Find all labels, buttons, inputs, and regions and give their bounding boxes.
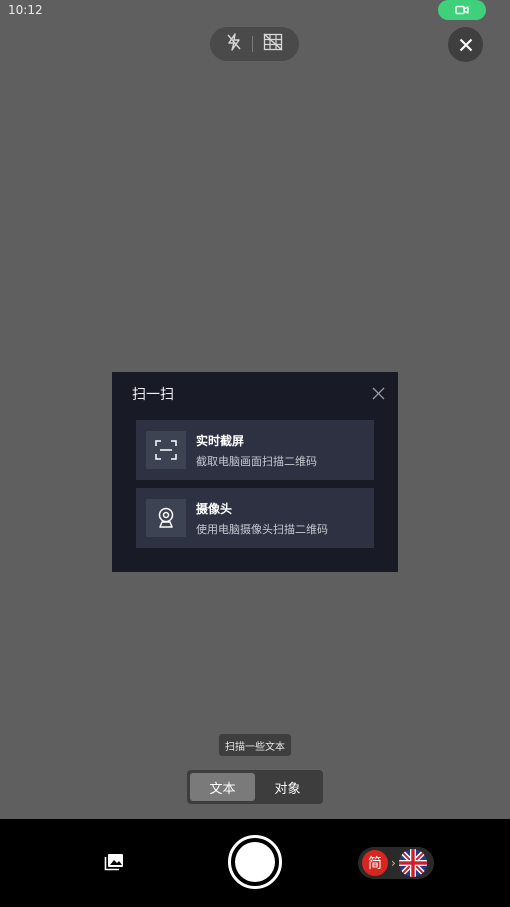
camera-toggle-group <box>210 27 299 61</box>
uk-flag-icon <box>398 849 427 877</box>
tab-object[interactable]: 对象 <box>255 773 320 801</box>
option-title: 实时截屏 <box>196 433 245 448</box>
gallery-button[interactable] <box>104 853 124 871</box>
option-title: 摄像头 <box>196 501 233 516</box>
flash-toggle-button[interactable] <box>226 33 242 55</box>
dialog-title: 扫一扫 <box>132 387 174 403</box>
dialog-close-button[interactable] <box>368 383 388 403</box>
close-icon <box>372 387 384 399</box>
language-arrow: › <box>391 856 396 870</box>
separator <box>252 36 253 52</box>
status-time: 10:12 <box>8 3 43 17</box>
scan-hint-label: 扫描一些文本 <box>219 734 291 756</box>
scan-dialog: 扫一扫 实时截屏 截取电脑画面扫描二维码 摄像头 使用电脑摄像头扫描二维码 <box>112 372 398 572</box>
screenshot-frame-icon <box>155 440 177 460</box>
tab-text[interactable]: 文本 <box>190 773 255 801</box>
flash-off-icon <box>227 33 241 51</box>
language-selector[interactable]: 简 › <box>358 847 434 879</box>
close-icon <box>459 38 472 51</box>
video-camera-icon <box>455 5 469 15</box>
option-webcam[interactable]: 摄像头 使用电脑摄像头扫描二维码 <box>136 488 374 548</box>
mode-switcher: 文本 对象 <box>187 770 323 804</box>
gallery-icon <box>104 854 123 871</box>
grid-toggle-button[interactable] <box>263 33 283 55</box>
option-icon-tile <box>146 431 186 469</box>
webcam-icon <box>158 507 174 528</box>
option-screenshot[interactable]: 实时截屏 截取电脑画面扫描二维码 <box>136 420 374 480</box>
close-camera-button[interactable] <box>448 27 483 62</box>
option-icon-tile <box>146 499 186 537</box>
option-subtitle: 使用电脑摄像头扫描二维码 <box>196 522 328 536</box>
shutter-button[interactable] <box>228 835 282 889</box>
source-language-badge: 简 <box>362 850 388 876</box>
shutter-inner <box>235 842 275 882</box>
recording-indicator[interactable] <box>438 0 486 20</box>
option-subtitle: 截取电脑画面扫描二维码 <box>196 454 317 468</box>
grid-off-icon <box>263 33 283 51</box>
